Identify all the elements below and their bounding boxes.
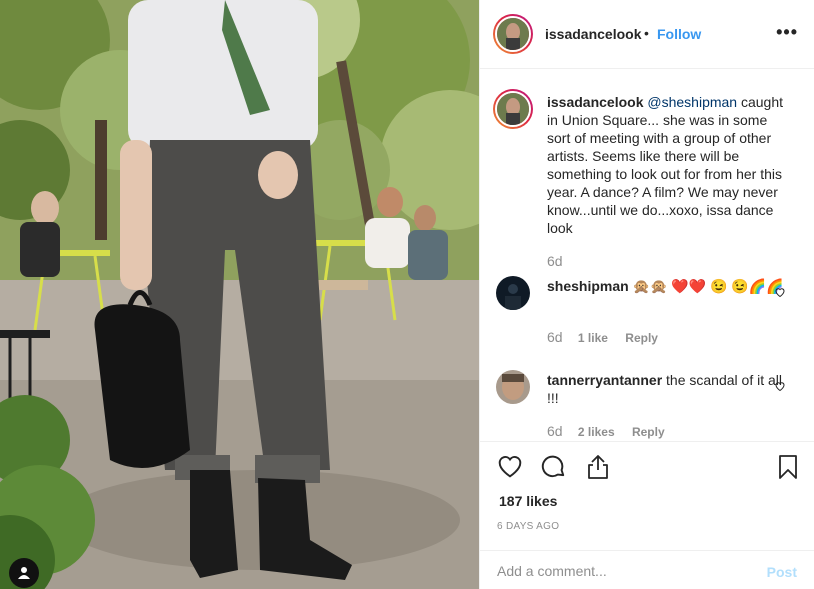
caption-username[interactable]: issadancelook	[547, 94, 644, 110]
bookmark-icon[interactable]	[778, 454, 798, 480]
post-timestamp[interactable]: 6 DAYS AGO	[497, 521, 559, 532]
heart-icon[interactable]	[497, 454, 523, 478]
caption-body: caught in Union Square... she was in som…	[547, 94, 784, 236]
comment-age[interactable]: 6d	[547, 329, 563, 345]
caption-avatar[interactable]	[493, 89, 533, 129]
comment-icon[interactable]	[541, 454, 567, 480]
reply-button[interactable]: Reply	[625, 331, 658, 345]
comment-text: sheshipman 🙊🙊 ❤️❤️ 😉 😉🌈🌈	[547, 277, 792, 295]
post-side-panel: issadancelook • Follow ••• issadancelook…	[479, 0, 814, 589]
avatar-image	[496, 276, 530, 310]
avatar-image	[497, 93, 529, 125]
post-photo[interactable]	[0, 0, 479, 589]
comment-like-heart-icon[interactable]	[774, 286, 786, 298]
avatar-image	[496, 370, 530, 404]
separator-dot: •	[644, 25, 649, 41]
caption-text: issadancelook @sheshipman caught in Unio…	[547, 93, 792, 237]
comment-text: tannerryantanner the scandal of it all !…	[547, 371, 792, 407]
follow-button[interactable]: Follow	[657, 26, 701, 42]
action-bar: 187 likes 6 DAYS AGO	[480, 441, 814, 550]
comment-input[interactable]	[497, 563, 747, 579]
commenter-avatar[interactable]	[496, 276, 530, 310]
comment-likes[interactable]: 1 like	[578, 331, 608, 345]
post-header: issadancelook • Follow •••	[480, 0, 814, 69]
like-count[interactable]: 187 likes	[499, 493, 557, 509]
comment-meta: 6d 2 likes Reply	[547, 423, 665, 439]
more-icon[interactable]: •••	[776, 22, 798, 43]
caption-age[interactable]: 6d	[547, 253, 563, 269]
comment-age[interactable]: 6d	[547, 423, 563, 439]
tagged-users-button[interactable]	[9, 558, 39, 588]
author-avatar[interactable]	[493, 14, 533, 54]
caption-mention[interactable]: @sheshipman	[647, 94, 737, 110]
avatar-image	[497, 18, 529, 50]
comment-body: 🙊🙊 ❤️❤️ 😉 😉🌈🌈	[628, 278, 784, 294]
comment-composer: Post	[480, 550, 814, 589]
post-comment-button[interactable]: Post	[767, 564, 797, 580]
commenter-avatar[interactable]	[496, 370, 530, 404]
reply-button[interactable]: Reply	[632, 425, 665, 439]
comment-list[interactable]: issadancelook @sheshipman caught in Unio…	[480, 70, 814, 441]
comment-like-heart-icon[interactable]	[774, 380, 786, 392]
author-username[interactable]: issadancelook	[545, 26, 642, 42]
comment-likes[interactable]: 2 likes	[578, 425, 615, 439]
photo-illustration	[0, 0, 479, 589]
user-tag-icon	[18, 567, 30, 579]
share-icon[interactable]	[586, 454, 610, 480]
comment-username[interactable]: tannerryantanner	[547, 372, 662, 388]
comment-username[interactable]: sheshipman	[547, 278, 629, 294]
comment-meta: 6d 1 like Reply	[547, 329, 658, 345]
caption-meta: 6d	[547, 253, 575, 269]
